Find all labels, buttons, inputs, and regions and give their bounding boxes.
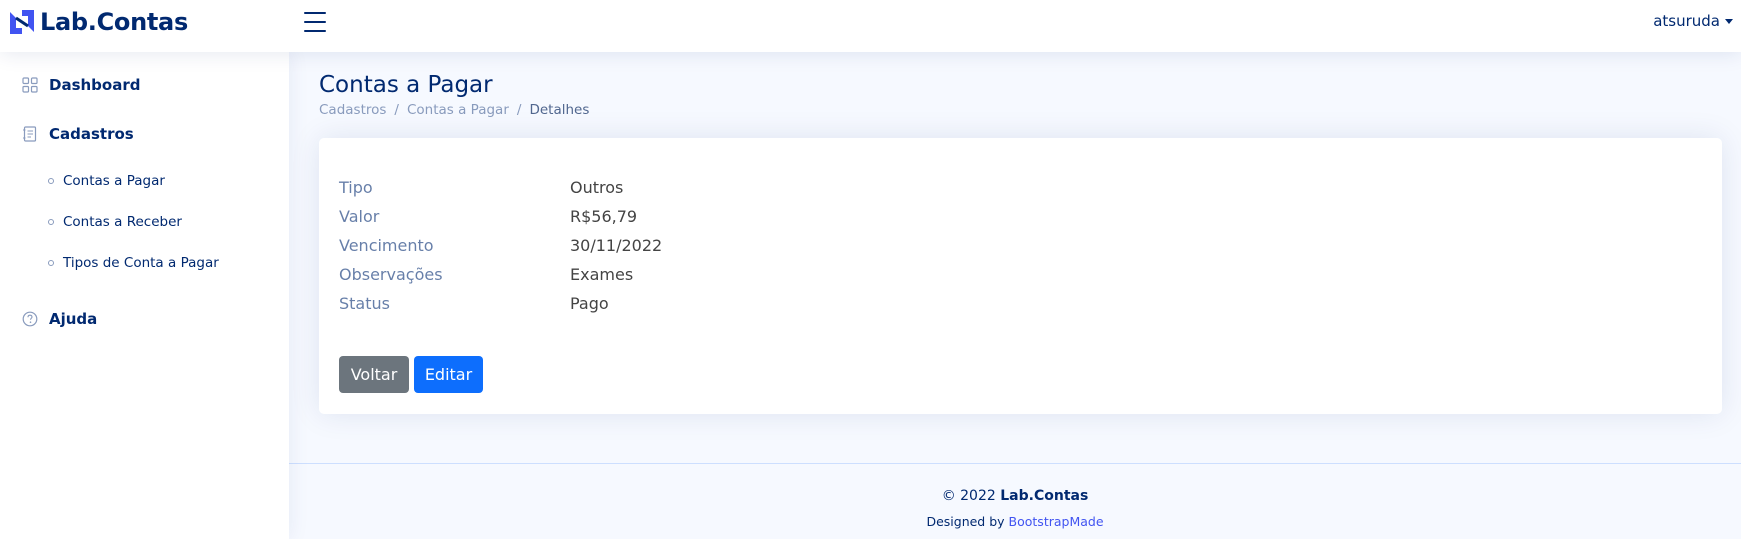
breadcrumb-separator: / — [394, 102, 399, 118]
logo-icon — [10, 10, 34, 34]
hamburger-icon-line — [304, 30, 326, 32]
credits-link[interactable]: BootstrapMade — [1009, 514, 1104, 529]
detail-value: Pago — [570, 294, 609, 313]
journal-text-icon — [23, 126, 37, 142]
sidebar-subitem-label: Contas a Pagar — [63, 173, 165, 189]
back-button[interactable]: Voltar — [339, 356, 409, 393]
user-name: atsuruda — [1653, 12, 1720, 30]
page-title: Contas a Pagar — [319, 72, 493, 98]
main-content: Contas a Pagar Cadastros / Contas a Paga… — [289, 52, 1741, 464]
caret-down-icon — [1725, 18, 1733, 24]
footer: © 2022 Lab.Contas Designed by BootstrapM… — [289, 463, 1741, 539]
question-circle-icon — [22, 311, 38, 327]
detail-label: Tipo — [339, 178, 373, 197]
details-card: Tipo Outros Valor R$56,79 Vencimento 30/… — [319, 138, 1722, 414]
copyright: © 2022 Lab.Contas — [289, 488, 1741, 504]
sidebar-subitem-label: Contas a Receber — [63, 214, 182, 230]
edit-button[interactable]: Editar — [414, 356, 483, 393]
breadcrumb-link-cadastros[interactable]: Cadastros — [319, 102, 386, 118]
detail-label: Status — [339, 294, 390, 313]
detail-row-tipo: Tipo Outros — [339, 178, 623, 197]
sidebar-toggle-button[interactable] — [304, 12, 326, 32]
detail-row-observacoes: Observações Exames — [339, 265, 633, 284]
sidebar-subitem-tipos-de-conta[interactable]: Tipos de Conta a Pagar — [48, 255, 219, 271]
hamburger-icon-line — [304, 21, 326, 23]
circle-icon — [48, 260, 54, 266]
detail-value: Outros — [570, 178, 624, 197]
detail-value: R$56,79 — [570, 207, 638, 226]
detail-label: Vencimento — [339, 236, 434, 255]
detail-value: Exames — [570, 265, 634, 284]
sidebar-item-label: Dashboard — [49, 76, 141, 94]
breadcrumb-separator: / — [516, 102, 522, 118]
detail-row-status: Status Pago — [339, 294, 609, 313]
logo[interactable]: Lab.Contas — [8, 8, 188, 36]
circle-icon — [48, 178, 54, 184]
sidebar: Dashboard Cadastros Contas a Pagar Conta… — [0, 52, 289, 539]
breadcrumb-current: Detalhes — [529, 102, 590, 118]
detail-row-valor: Valor R$56,79 — [339, 207, 637, 226]
sidebar-subitem-label: Tipos de Conta a Pagar — [63, 255, 219, 271]
sidebar-subitem-contas-a-receber[interactable]: Contas a Receber — [48, 214, 182, 230]
hamburger-icon-line — [304, 12, 326, 14]
sidebar-item-cadastros[interactable]: Cadastros — [22, 125, 134, 143]
grid-icon — [22, 77, 38, 93]
sidebar-subitem-contas-a-pagar[interactable]: Contas a Pagar — [48, 173, 165, 189]
detail-row-vencimento: Vencimento 30/11/2022 — [339, 236, 662, 255]
logo-text: Lab.Contas — [40, 8, 188, 36]
user-dropdown[interactable]: atsuruda — [1653, 12, 1733, 30]
breadcrumb-link-contas-a-pagar[interactable]: Contas a Pagar — [407, 102, 509, 118]
sidebar-item-dashboard[interactable]: Dashboard — [22, 76, 140, 94]
copyright-brand: Lab.Contas — [1000, 488, 1089, 504]
breadcrumb: Cadastros / Contas a Pagar / Detalhes — [319, 102, 589, 118]
credits: Designed by BootstrapMade — [289, 514, 1741, 529]
detail-label: Observações — [339, 265, 443, 284]
sidebar-item-label: Ajuda — [49, 310, 98, 328]
detail-label: Valor — [339, 207, 380, 226]
copyright-prefix: © 2022 — [941, 488, 996, 504]
sidebar-item-label: Cadastros — [49, 125, 134, 143]
top-header: Lab.Contas atsuruda — [0, 0, 1741, 52]
circle-icon — [48, 219, 54, 225]
sidebar-item-ajuda[interactable]: Ajuda — [22, 310, 97, 328]
credits-prefix: Designed by — [926, 514, 1005, 529]
detail-value: 30/11/2022 — [570, 236, 663, 255]
